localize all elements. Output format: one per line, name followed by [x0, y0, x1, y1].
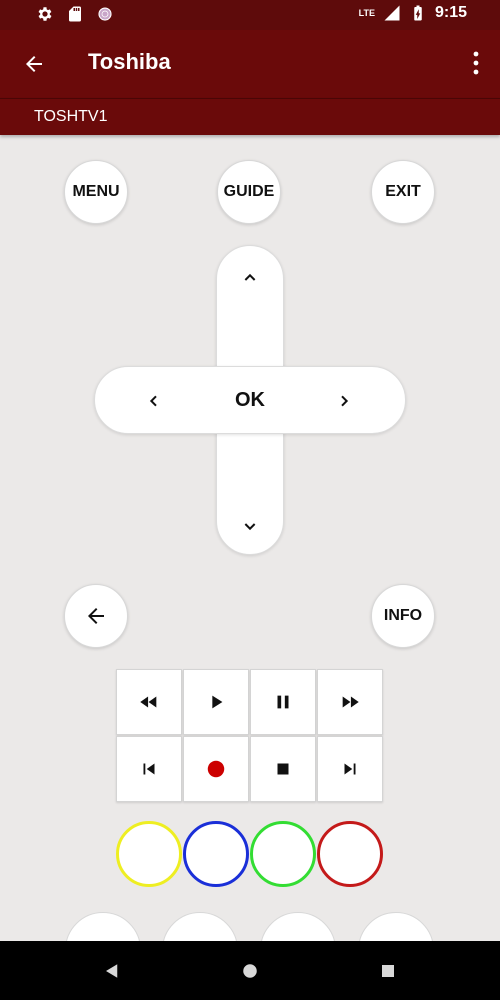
record-icon — [207, 760, 225, 778]
pause-icon — [277, 695, 289, 709]
play-icon — [212, 695, 223, 709]
page-title: Toshiba — [88, 49, 171, 74]
signal-icon — [384, 5, 400, 21]
battery-icon — [414, 5, 422, 21]
fast-forward-button[interactable] — [317, 669, 383, 735]
red-button[interactable] — [317, 821, 383, 887]
nav-home-button[interactable] — [238, 959, 262, 983]
more-vert-icon[interactable] — [470, 50, 482, 76]
device-name[interactable]: TOSHTV1 — [34, 108, 108, 126]
chevron-right-icon — [341, 395, 349, 407]
chevron-left-icon — [149, 395, 157, 407]
arrow-back-icon — [88, 608, 104, 624]
arrow-back-icon[interactable] — [22, 52, 46, 76]
stop-button[interactable] — [250, 736, 316, 802]
circle-home-icon — [243, 964, 257, 978]
exit-button[interactable]: EXIT — [371, 160, 435, 224]
dpad-up-button[interactable] — [236, 264, 264, 292]
dpad-right-button[interactable] — [330, 387, 358, 415]
record-button[interactable] — [183, 736, 249, 802]
nav-recents-button[interactable] — [376, 959, 400, 983]
chevron-down-icon — [244, 523, 256, 531]
rewind-icon — [140, 696, 157, 708]
skip-previous-icon — [143, 763, 155, 775]
rewind-button[interactable] — [116, 669, 182, 735]
yellow-button[interactable] — [116, 821, 182, 887]
blue-button[interactable] — [183, 821, 249, 887]
guide-button[interactable]: GUIDE — [217, 160, 281, 224]
clock: 9:15 — [434, 4, 467, 21]
square-recents-icon — [382, 965, 394, 977]
chevron-up-icon — [244, 273, 256, 281]
dpad-left-button[interactable] — [140, 387, 168, 415]
nav-back-button[interactable] — [100, 959, 124, 983]
dpad-down-button[interactable] — [236, 512, 264, 540]
stop-icon — [277, 763, 289, 775]
sd-card-icon — [69, 6, 81, 22]
network-type: LTE — [358, 8, 375, 18]
ok-button[interactable]: OK — [220, 380, 280, 420]
menu-button[interactable]: MENU — [64, 160, 128, 224]
pause-button[interactable] — [250, 669, 316, 735]
info-button[interactable]: INFO — [371, 584, 435, 648]
green-button[interactable] — [250, 821, 316, 887]
triangle-back-icon — [106, 964, 118, 978]
skip-next-button[interactable] — [317, 736, 383, 802]
device-bar: TOSHTV1 — [0, 98, 500, 135]
fast-forward-icon — [342, 696, 359, 708]
back-button[interactable] — [64, 584, 128, 648]
play-button[interactable] — [183, 669, 249, 735]
system-nav-bar — [0, 941, 500, 1000]
status-bar: LTE 9:15 — [0, 0, 500, 30]
skip-previous-button[interactable] — [116, 736, 182, 802]
circle-icon — [98, 7, 112, 21]
media-controls — [116, 669, 384, 803]
app-bar: Toshiba — [0, 30, 500, 98]
skip-next-icon — [344, 763, 356, 775]
gear-icon — [38, 7, 52, 21]
